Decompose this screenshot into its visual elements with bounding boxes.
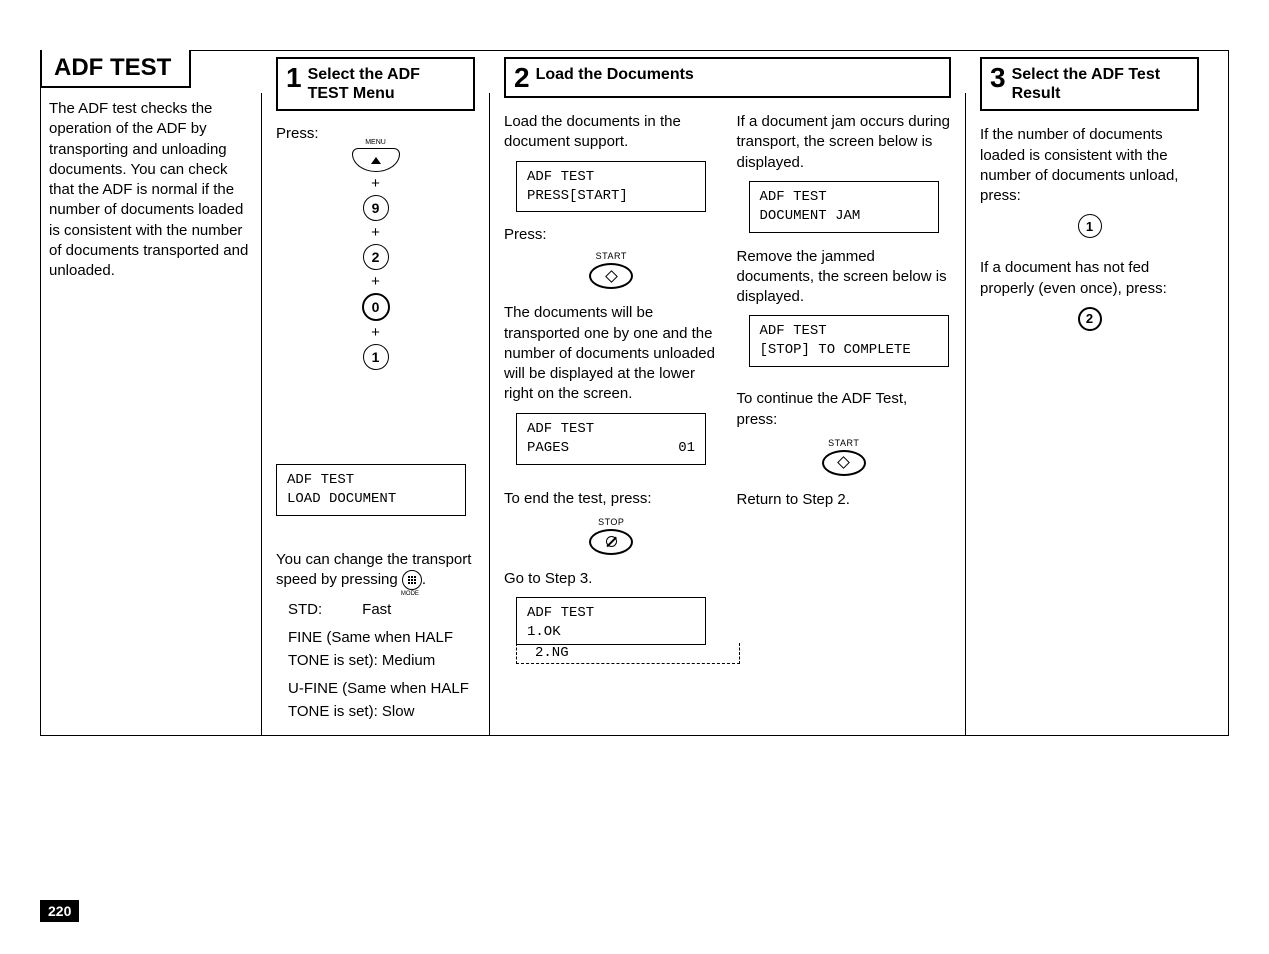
step2-header: 2 Load the Documents bbox=[504, 57, 951, 98]
continue-text: To continue the ADF Test, press: bbox=[737, 389, 952, 430]
step1-header: 1 Select the ADF TEST Menu bbox=[276, 57, 475, 111]
stop-button-icon: STOP bbox=[504, 517, 719, 555]
step3-header: 3 Select the ADF Test Result bbox=[980, 57, 1199, 111]
press-label: Press: bbox=[504, 226, 719, 243]
step3-title: Select the ADF Test Result bbox=[1012, 65, 1189, 103]
key-9-icon: 9 bbox=[363, 195, 389, 221]
plus-icon: + bbox=[371, 274, 380, 289]
return-step2: Return to Step 2. bbox=[737, 490, 952, 510]
goto-step3: Go to Step 3. bbox=[504, 569, 719, 589]
section-title: ADF TEST bbox=[40, 50, 191, 88]
lcd-option-ng: 2.NG bbox=[516, 643, 740, 664]
step3-number: 3 bbox=[990, 65, 1006, 90]
plus-icon: + bbox=[371, 225, 380, 240]
start-button-icon: START bbox=[737, 438, 952, 476]
lcd-display: ADF TEST 1.OK bbox=[516, 597, 706, 645]
lcd-display: ADF TEST [STOP] TO COMPLETE bbox=[749, 315, 949, 367]
lcd-display: ADF TEST PRESS[START] bbox=[516, 161, 706, 213]
lcd-display: ADF TEST PAGES01 bbox=[516, 413, 706, 465]
step2-end-text: To end the test, press: bbox=[504, 489, 719, 509]
intro-text: The ADF test checks the operation of the… bbox=[49, 99, 251, 281]
step2-transport-text: The documents will be transported one by… bbox=[504, 303, 719, 404]
lcd-display: ADF TEST DOCUMENT JAM bbox=[749, 181, 939, 233]
lcd-display: ADF TEST LOAD DOCUMENT bbox=[276, 464, 466, 516]
key-0-icon: 0 bbox=[362, 293, 390, 321]
step2-title: Load the Documents bbox=[536, 65, 694, 84]
plus-icon: + bbox=[371, 325, 380, 340]
menu-button-icon bbox=[352, 148, 400, 172]
step1-number: 1 bbox=[286, 65, 302, 90]
page-number: 220 bbox=[40, 900, 79, 922]
start-button-icon: START bbox=[504, 251, 719, 289]
key-2-icon: 2 bbox=[363, 244, 389, 270]
jam-text: If a document jam occurs during transpor… bbox=[737, 112, 952, 173]
step3-ok-text: If the number of documents loaded is con… bbox=[980, 125, 1199, 206]
key-1-icon: 1 bbox=[1078, 214, 1102, 238]
key-2-icon: 2 bbox=[1078, 307, 1102, 331]
step2-load-text: Load the documents in the document suppo… bbox=[504, 112, 719, 153]
remove-jam-text: Remove the jammed documents, the screen … bbox=[737, 247, 952, 308]
step1-title: Select the ADF TEST Menu bbox=[308, 65, 465, 103]
speed-intro: You can change the transport speed by pr… bbox=[276, 550, 475, 591]
key-1-icon: 1 bbox=[363, 344, 389, 370]
step2-number: 2 bbox=[514, 65, 530, 90]
speed-list: STD:Fast FINE (Same when HALF TONE is se… bbox=[276, 599, 475, 724]
step3-ng-text: If a document has not fed properly (even… bbox=[980, 258, 1199, 299]
mode-button-icon bbox=[402, 570, 422, 590]
plus-icon: + bbox=[371, 176, 380, 191]
key-sequence: + 9 + 2 + 0 + 1 bbox=[276, 148, 475, 370]
